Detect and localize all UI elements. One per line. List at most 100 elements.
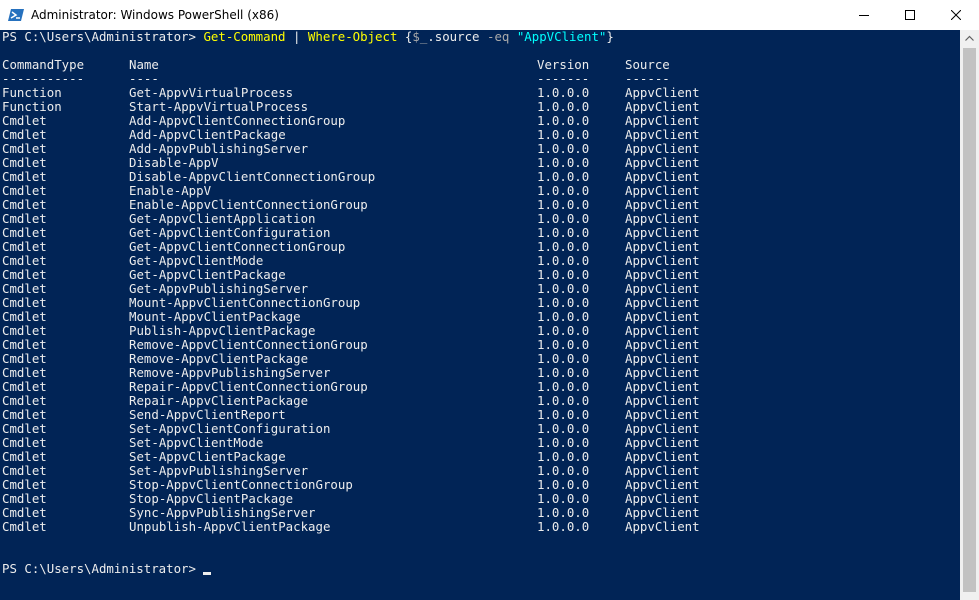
pipeline-variable: $_ [412, 30, 428, 44]
separator-version: ------- [537, 71, 590, 86]
row-commandtype: Cmdlet [2, 295, 47, 310]
row-commandtype: Cmdlet [2, 211, 47, 226]
header-name: Name [129, 57, 159, 72]
row-source: AppvClient [625, 337, 700, 352]
row-version: 1.0.0.0 [537, 127, 590, 142]
row-source: AppvClient [625, 379, 700, 394]
row-commandtype: Cmdlet [2, 477, 47, 492]
row-source: AppvClient [625, 477, 700, 492]
vertical-scrollbar[interactable] [960, 30, 979, 600]
row-version: 1.0.0.0 [537, 449, 590, 464]
table-separator: ----------- ---- ------- ------ [2, 72, 670, 86]
filter-command: Where-Object [307, 30, 398, 44]
row-source: AppvClient [625, 113, 700, 128]
text-cursor [202, 572, 211, 575]
minimize-icon [859, 15, 869, 16]
row-version: 1.0.0.0 [537, 309, 590, 324]
console-output[interactable]: PS C:\Users\Administrator> Get-Command |… [0, 30, 960, 600]
row-source: AppvClient [625, 211, 700, 226]
row-commandtype: Cmdlet [2, 435, 47, 450]
row-version: 1.0.0.0 [537, 113, 590, 128]
row-name: Get-AppvClientConfiguration [129, 225, 331, 240]
scriptblock-close: } [606, 30, 614, 44]
row-name: Get-AppvVirtualProcess [129, 85, 294, 100]
maximize-button[interactable] [887, 0, 933, 30]
row-commandtype: Cmdlet [2, 113, 47, 128]
row-name: Stop-AppvClientPackage [129, 491, 294, 506]
row-version: 1.0.0.0 [537, 379, 590, 394]
row-version: 1.0.0.0 [537, 281, 590, 296]
row-source: AppvClient [625, 393, 700, 408]
row-name: Disable-AppV [129, 155, 219, 170]
row-source: AppvClient [625, 99, 700, 114]
row-version: 1.0.0.0 [537, 519, 590, 534]
final-prompt-line[interactable]: PS C:\Users\Administrator> [2, 562, 211, 576]
separator-name: ---- [129, 71, 159, 86]
row-version: 1.0.0.0 [537, 99, 590, 114]
row-source: AppvClient [625, 141, 700, 156]
row-source: AppvClient [625, 267, 700, 282]
row-source: AppvClient [625, 435, 700, 450]
row-version: 1.0.0.0 [537, 295, 590, 310]
scroll-thumb[interactable] [963, 48, 976, 592]
header-commandtype: CommandType [2, 57, 85, 72]
row-source: AppvClient [625, 309, 700, 324]
powershell-window: Administrator: Windows PowerShell (x86) … [0, 0, 979, 600]
row-commandtype: Cmdlet [2, 267, 47, 282]
row-source: AppvClient [625, 351, 700, 366]
row-version: 1.0.0.0 [537, 491, 590, 506]
title-bar[interactable]: Administrator: Windows PowerShell (x86) [0, 0, 979, 30]
row-source: AppvClient [625, 225, 700, 240]
row-version: 1.0.0.0 [537, 253, 590, 268]
header-source: Source [625, 57, 670, 72]
row-source: AppvClient [625, 127, 700, 142]
row-source: AppvClient [625, 85, 700, 100]
row-commandtype: Cmdlet [2, 351, 47, 366]
command-line: PS C:\Users\Administrator> Get-Command |… [2, 30, 614, 44]
close-button[interactable] [933, 0, 979, 30]
row-commandtype: Cmdlet [2, 169, 47, 184]
command-name: Get-Command [203, 30, 286, 44]
row-source: AppvClient [625, 407, 700, 422]
row-version: 1.0.0.0 [537, 155, 590, 170]
operator: -eq [486, 30, 510, 44]
row-source: AppvClient [625, 197, 700, 212]
row-commandtype: Cmdlet [2, 337, 47, 352]
window-title: Administrator: Windows PowerShell (x86) [31, 8, 279, 22]
row-name: Get-AppvClientApplication [129, 211, 316, 226]
row-commandtype: Cmdlet [2, 449, 47, 464]
row-name: Get-AppvClientMode [129, 253, 264, 268]
pipe-operator: | [292, 30, 301, 44]
string-value: "AppVClient" [516, 30, 607, 44]
row-commandtype: Function [2, 85, 62, 100]
prompt: PS C:\Users\Administrator> [2, 561, 196, 576]
row-source: AppvClient [625, 155, 700, 170]
row-commandtype: Cmdlet [2, 505, 47, 520]
row-name: Remove-AppvPublishingServer [129, 365, 331, 380]
minimize-button[interactable] [841, 0, 887, 30]
row-version: 1.0.0.0 [537, 351, 590, 366]
row-version: 1.0.0.0 [537, 421, 590, 436]
row-commandtype: Function [2, 99, 62, 114]
row-source: AppvClient [625, 169, 700, 184]
row-commandtype: Cmdlet [2, 127, 47, 142]
row-commandtype: Cmdlet [2, 379, 47, 394]
scroll-up-button[interactable] [960, 30, 979, 47]
row-name: Stop-AppvClientConnectionGroup [129, 477, 353, 492]
row-source: AppvClient [625, 365, 700, 380]
row-commandtype: Cmdlet [2, 281, 47, 296]
row-version: 1.0.0.0 [537, 337, 590, 352]
row-commandtype: Cmdlet [2, 155, 47, 170]
row-name: Get-AppvClientPackage [129, 267, 286, 282]
row-commandtype: Cmdlet [2, 407, 47, 422]
row-version: 1.0.0.0 [537, 477, 590, 492]
row-name: Send-AppvClientReport [129, 407, 286, 422]
row-name: Get-AppvPublishingServer [129, 281, 309, 296]
row-commandtype: Cmdlet [2, 491, 47, 506]
row-name: Enable-AppvClientConnectionGroup [129, 197, 368, 212]
row-commandtype: Cmdlet [2, 463, 47, 478]
row-source: AppvClient [625, 183, 700, 198]
row-name: Set-AppvPublishingServer [129, 463, 309, 478]
row-version: 1.0.0.0 [537, 197, 590, 212]
table-header: CommandType Name Version Source [2, 58, 670, 72]
